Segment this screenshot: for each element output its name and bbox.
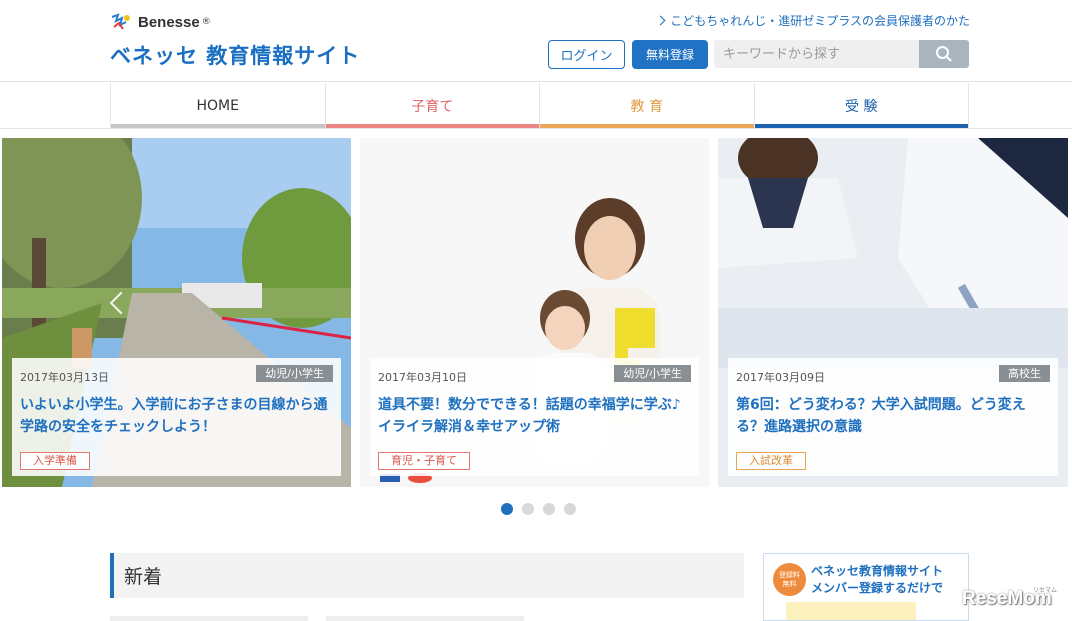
article-card: 2017年03月10日 幼児/小学生 道具不要！数分でできる！話題の幸福学に学ぶ… [370, 358, 699, 476]
search-box [714, 40, 969, 68]
site-header: Benesse ® ベネッセ 教育情報サイト こどもちゃれんじ・進研ゼミプラスの会… [0, 0, 1072, 82]
benesse-brand: Benesse ® [110, 12, 360, 32]
article-date: 2017年03月13日 [20, 371, 109, 384]
article-card: 2017年03月09日 高校生 第6回：どう変わる？大学入試問題。どう変える？進… [728, 358, 1058, 476]
carousel-pagination [501, 503, 585, 515]
tab-childcare-label: 子育て [411, 98, 454, 115]
tab-education[interactable]: 教 育 [540, 83, 755, 128]
carousel-slide-1[interactable]: 2017年03月13日 幼児/小学生 いよいよ小学生。入学前にお子さまの目線から… [2, 138, 351, 487]
free-register-button[interactable]: 無料登録 [632, 40, 708, 69]
news-item-placeholder [326, 616, 524, 621]
article-card: 2017年03月13日 幼児/小学生 いよいよ小学生。入学前にお子さまの目線から… [12, 358, 341, 476]
member-parent-link[interactable]: こどもちゃれんじ・進研ゼミプラスの会員保護者のかた [655, 12, 970, 29]
carousel-dot-2[interactable] [522, 503, 534, 515]
search-button[interactable] [919, 40, 969, 68]
tab-home-label: HOME [196, 97, 239, 114]
brand-name: Benesse [138, 13, 200, 31]
site-title: ベネッセ 教育情報サイト [110, 44, 361, 68]
carousel-dot-1[interactable] [501, 503, 513, 515]
grade-badge: 幼児/小学生 [256, 365, 333, 382]
article-title[interactable]: 道具不要！数分でできる！話題の幸福学に学ぶ♪イライラ解消＆幸せアップ術 [378, 394, 691, 438]
carousel-dot-4[interactable] [564, 503, 576, 515]
tab-exam[interactable]: 受 験 [754, 83, 969, 128]
tab-childcare[interactable]: 子育て [325, 83, 540, 128]
article-title[interactable]: いよいよ小学生。入学前にお子さまの目線から通学路の安全をチェックしよう！ [20, 394, 333, 438]
badge-line-2: 無料 [782, 579, 797, 588]
nav-divider [0, 128, 1072, 129]
brand-registered-mark: ® [201, 17, 211, 27]
carousel-slide-2[interactable]: 2017年03月10日 幼児/小学生 道具不要！数分でできる！話題の幸福学に学ぶ… [360, 138, 709, 487]
article-title[interactable]: 第6回：どう変わる？大学入試問題。どう変える？進路選択の意識 [736, 394, 1050, 438]
grade-badge: 高校生 [999, 365, 1050, 382]
tab-exam-label: 受 験 [845, 98, 878, 115]
resemom-watermark-sub: リセマム [1033, 587, 1058, 594]
carousel-dot-3[interactable] [543, 503, 555, 515]
login-button[interactable]: ログイン [548, 40, 625, 69]
main-nav: HOME 子育て 教 育 受 験 [110, 83, 969, 128]
banner-title: ベネッセ教育情報サイト [811, 564, 944, 578]
category-tag[interactable]: 育児・子育て [378, 452, 470, 470]
search-icon [936, 46, 952, 62]
grade-badge: 幼児/小学生 [614, 365, 691, 382]
site-logo[interactable]: Benesse ® ベネッセ 教育情報サイト [110, 12, 360, 70]
article-date: 2017年03月09日 [736, 371, 825, 384]
badge-line-1: 登録料 [779, 570, 800, 579]
category-tag[interactable]: 入学準備 [20, 452, 90, 470]
tab-home[interactable]: HOME [111, 83, 326, 128]
news-section-heading: 新着 [110, 553, 744, 598]
member-link-label: こどもちゃれんじ・進研ゼミプラスの会員保護者のかた [670, 14, 970, 28]
tab-education-label: 教 育 [630, 98, 663, 115]
member-signup-banner[interactable]: 登録料 無料 ベネッセ教育情報サイト メンバー登録するだけで [763, 553, 969, 621]
category-tag[interactable]: 入試改革 [736, 452, 806, 470]
free-registration-badge: 登録料 無料 [773, 563, 806, 596]
carousel-slide-3[interactable]: 2017年03月09日 高校生 第6回：どう変わる？大学入試問題。どう変える？進… [718, 138, 1068, 487]
news-item-placeholder [110, 616, 308, 621]
chevron-right-icon [655, 15, 666, 26]
benesse-logo-icon [110, 13, 132, 31]
article-date: 2017年03月10日 [378, 371, 467, 384]
banner-subtitle: メンバー登録するだけで [811, 581, 944, 595]
banner-decoration [786, 602, 916, 620]
search-input[interactable] [714, 40, 919, 68]
